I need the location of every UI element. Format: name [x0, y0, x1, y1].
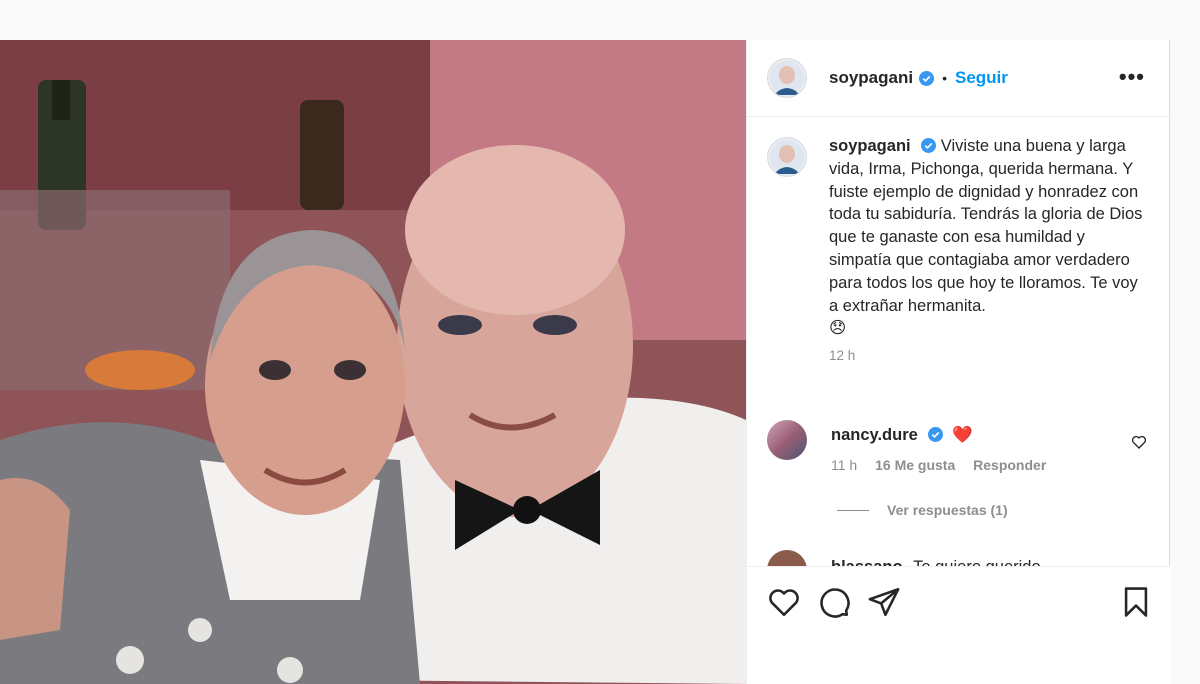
caption-text: soypagani Viviste una buena y larga vida…: [829, 135, 1149, 340]
author-avatar-image: [770, 61, 804, 95]
caption-message: Viviste una buena y larga vida, Irma, Pi…: [829, 137, 1143, 315]
page-top-bar: [0, 0, 1200, 10]
replies-divider: [837, 509, 869, 511]
comment-text: ❤️: [952, 426, 973, 444]
header-separator: •: [942, 70, 947, 86]
verified-badge-icon: [921, 138, 937, 153]
follow-button[interactable]: Seguir: [955, 68, 1008, 88]
post-header: soypagani • Seguir •••: [747, 40, 1169, 117]
commenter-avatar[interactable]: [767, 420, 807, 460]
comment-icon[interactable]: [817, 585, 851, 619]
comment-item: nancy.dure ❤️ 11 h 16 Me gusta Responder: [747, 420, 1171, 473]
verified-badge-icon: [919, 70, 935, 86]
comment-likes[interactable]: 16 Me gusta: [875, 457, 955, 473]
comment-reply-button[interactable]: Responder: [973, 457, 1046, 473]
caption-body: soypagani Viviste una buena y larga vida…: [829, 135, 1149, 363]
post-actions-bar: [747, 566, 1171, 684]
post-photo[interactable]: [0, 40, 746, 684]
partial-comment-item: blassano Te quiero querido: [767, 548, 1147, 568]
caption-timestamp[interactable]: 12 h: [829, 348, 1149, 363]
caption-emoji: 😞: [829, 319, 847, 338]
verified-badge-icon: [928, 427, 944, 442]
view-replies-button[interactable]: Ver respuestas (1): [837, 502, 1008, 518]
comment-body: nancy.dure ❤️ 11 h 16 Me gusta Responder: [831, 420, 1060, 473]
post-caption: soypagani Viviste una buena y larga vida…: [747, 117, 1169, 363]
bookmark-icon[interactable]: [1119, 585, 1153, 619]
heart-icon[interactable]: [767, 585, 801, 619]
more-options-icon[interactable]: •••: [1119, 64, 1145, 90]
author-username[interactable]: soypagani: [829, 68, 913, 88]
view-replies-label: Ver respuestas (1): [887, 502, 1008, 518]
post-photo-image: [0, 40, 746, 684]
comment-heart-icon[interactable]: [1131, 434, 1147, 450]
commenter-username[interactable]: nancy.dure: [831, 426, 918, 444]
comment-text-line: nancy.dure ❤️: [831, 426, 1060, 445]
comment-timestamp[interactable]: 11 h: [831, 457, 857, 473]
author-avatar[interactable]: [767, 58, 807, 98]
post-side-panel: soypagani • Seguir ••• soypagani Viviste…: [746, 40, 1171, 684]
comment-meta: 11 h 16 Me gusta Responder: [831, 457, 1060, 473]
share-icon[interactable]: [867, 585, 901, 619]
caption-author-avatar[interactable]: [767, 137, 807, 177]
caption-author[interactable]: soypagani: [829, 137, 911, 155]
caption-avatar-image: [770, 140, 804, 174]
